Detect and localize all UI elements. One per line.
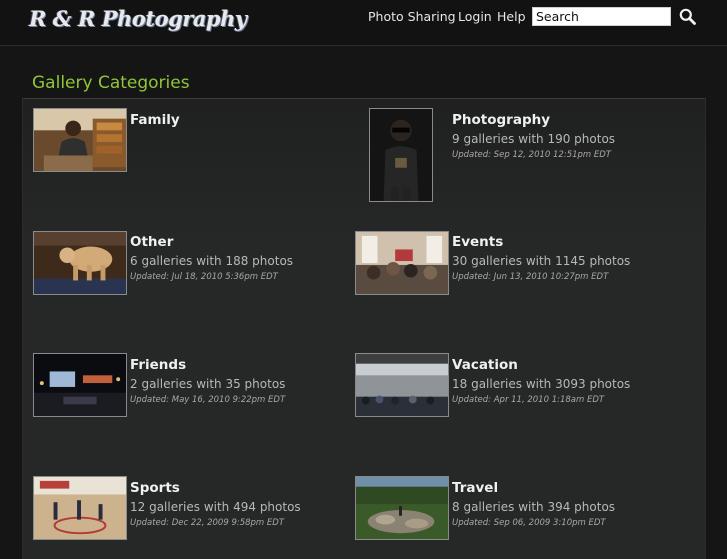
category-link-vacation[interactable]: Vacation xyxy=(452,357,518,373)
category-thumbnail-travel[interactable] xyxy=(355,476,449,540)
category-link-travel[interactable]: Travel xyxy=(452,480,498,496)
nav-login[interactable]: Login xyxy=(458,9,492,24)
category-link-other[interactable]: Other xyxy=(130,234,173,250)
category-thumbnail-family[interactable] xyxy=(33,108,127,172)
nav-help[interactable]: Help xyxy=(497,9,526,24)
category-thumbnail-sports[interactable] xyxy=(33,476,127,540)
category-count-events: 30 galleries with 1145 photos xyxy=(452,254,631,268)
category-count-photography: 9 galleries with 190 photos xyxy=(452,132,616,146)
category-link-family[interactable]: Family xyxy=(130,112,180,128)
category-thumbnail-vacation[interactable] xyxy=(355,353,449,417)
category-updated-sports: Updated: Dec 22, 2009 9:58pm EDT xyxy=(130,518,285,528)
category-link-sports[interactable]: Sports xyxy=(130,480,180,496)
category-thumbnail-photography[interactable] xyxy=(369,108,433,202)
category-updated-travel: Updated: Sep 06, 2009 3:10pm EDT xyxy=(452,518,606,528)
category-updated-other: Updated: Jul 18, 2010 5:36pm EDT xyxy=(130,272,278,282)
search-icon[interactable] xyxy=(679,8,696,25)
category-count-travel: 8 galleries with 394 photos xyxy=(452,500,616,514)
category-thumbnail-friends[interactable] xyxy=(33,353,127,417)
category-updated-vacation: Updated: Apr 11, 2010 1:18am EDT xyxy=(452,395,605,405)
category-link-events[interactable]: Events xyxy=(452,234,503,250)
search-input[interactable] xyxy=(532,7,671,26)
category-updated-photography: Updated: Sep 12, 2010 12:51pm EDT xyxy=(452,150,612,160)
category-count-friends: 2 galleries with 35 photos xyxy=(130,377,286,391)
category-count-other: 6 galleries with 188 photos xyxy=(130,254,294,268)
category-thumbnail-other[interactable] xyxy=(33,231,127,295)
gallery-categories-title: Gallery Categories xyxy=(32,73,190,93)
category-link-photography[interactable]: Photography xyxy=(452,112,550,128)
category-updated-friends: Updated: May 16, 2010 9:22pm EDT xyxy=(130,395,286,405)
category-updated-events: Updated: Jun 13, 2010 10:27pm EDT xyxy=(452,272,609,282)
site-header: R & R Photography Photo Sharing Login He… xyxy=(0,0,727,46)
site-logo[interactable]: R & R Photography xyxy=(29,6,247,31)
category-thumbnail-events[interactable] xyxy=(355,231,449,295)
category-link-friends[interactable]: Friends xyxy=(130,357,186,373)
nav-photo-sharing[interactable]: Photo Sharing xyxy=(368,9,456,24)
category-count-vacation: 18 galleries with 3093 photos xyxy=(452,377,631,391)
category-count-sports: 12 galleries with 494 photos xyxy=(130,500,301,514)
